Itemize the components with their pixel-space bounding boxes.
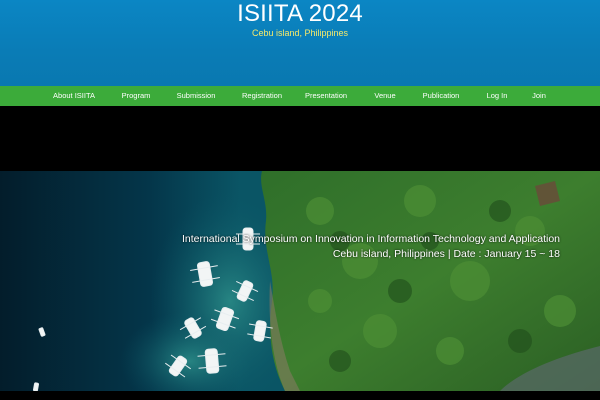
- hero-banner: International Symposium on Innovation in…: [0, 171, 600, 391]
- nav-item-join[interactable]: Join: [532, 86, 546, 106]
- nav-item-login[interactable]: Log In: [487, 86, 508, 106]
- nav-item-venue[interactable]: Venue: [374, 86, 395, 106]
- nav-item-submission[interactable]: Submission: [177, 86, 216, 106]
- site-header: ISIITA 2024 Cebu island, Philippines: [0, 0, 600, 86]
- site-title[interactable]: ISIITA 2024: [0, 0, 600, 27]
- hero-top-band: [0, 106, 600, 171]
- hero-title: International Symposium on Innovation in…: [181, 233, 560, 245]
- hero-subtitle: Cebu island, Philippines | Date : Januar…: [332, 248, 560, 260]
- nav-item-program[interactable]: Program: [122, 86, 151, 106]
- main-nav: About ISIITA Program Submission Registra…: [0, 86, 600, 106]
- nav-item-about[interactable]: About ISIITA: [53, 86, 95, 106]
- nav-item-presentation[interactable]: Presentation: [305, 86, 347, 106]
- nav-item-registration[interactable]: Registration: [242, 86, 282, 106]
- hero-bottom-band: [0, 391, 600, 400]
- aerial-island-image: [0, 171, 600, 391]
- nav-item-publication[interactable]: Publication: [423, 86, 460, 106]
- site-subtitle: Cebu island, Philippines: [251, 28, 349, 38]
